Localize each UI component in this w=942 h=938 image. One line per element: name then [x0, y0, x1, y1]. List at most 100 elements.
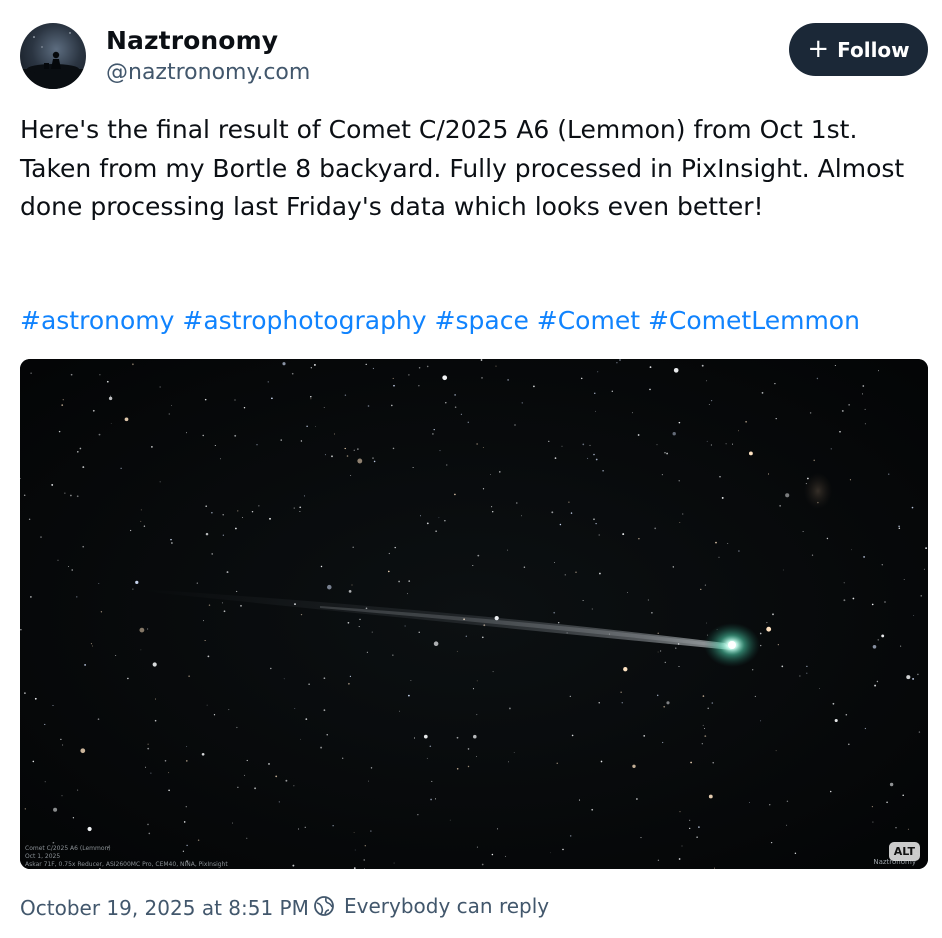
avatar[interactable]: [20, 23, 86, 89]
star: [269, 517, 271, 520]
star: [300, 738, 301, 740]
star: [334, 433, 335, 435]
star: [365, 363, 367, 366]
star: [774, 382, 776, 385]
comet-photo[interactable]: Comet C/2025 A6 (Lemmon) Oct 1, 2025 Ask…: [20, 359, 928, 869]
star: [132, 588, 134, 590]
star: [672, 566, 674, 568]
star: [28, 518, 31, 521]
star: [72, 817, 75, 819]
hashtag-link[interactable]: #astrophotography: [182, 306, 426, 335]
star: [394, 546, 396, 549]
hashtag-link[interactable]: #space: [435, 306, 529, 335]
star: [346, 455, 349, 457]
star: [886, 801, 888, 804]
star: [148, 832, 151, 835]
star: [143, 525, 146, 527]
star: [476, 680, 478, 682]
star: [649, 366, 652, 368]
star: [682, 513, 684, 515]
star: [20, 629, 22, 631]
star: [611, 390, 613, 392]
star: [207, 655, 210, 658]
star: [300, 613, 303, 616]
star: [906, 675, 911, 680]
star: [656, 444, 658, 446]
star: [703, 727, 706, 730]
star: [834, 718, 838, 723]
star: [185, 806, 187, 808]
star: [681, 845, 683, 847]
star: [52, 705, 54, 707]
star: [127, 677, 129, 680]
post-timestamp[interactable]: October 19, 2025 at 8:51 PM: [20, 896, 309, 920]
star: [700, 588, 702, 591]
star: [490, 474, 491, 475]
star: [139, 627, 145, 633]
star: [426, 757, 428, 759]
alt-text-badge[interactable]: ALT: [888, 842, 920, 861]
star: [398, 580, 400, 583]
star: [353, 832, 355, 833]
star: [196, 582, 198, 584]
star: [781, 665, 784, 668]
star: [480, 359, 483, 361]
star: [34, 697, 37, 700]
star: [70, 373, 73, 376]
star: [201, 752, 205, 756]
star: [228, 709, 230, 711]
star: [698, 826, 700, 828]
caption-line: Comet C/2025 A6 (Lemmon): [25, 845, 111, 852]
follow-button[interactable]: + Follow: [789, 23, 928, 76]
star: [417, 814, 419, 816]
star: [568, 501, 570, 503]
star: [911, 506, 914, 509]
star: [283, 678, 285, 680]
star: [768, 473, 769, 475]
star: [472, 564, 474, 567]
star: [689, 827, 691, 830]
star: [710, 399, 713, 402]
star: [423, 734, 428, 739]
author-display-name[interactable]: Naztronomy: [106, 26, 278, 55]
star: [661, 474, 663, 476]
star: [467, 765, 470, 768]
hashtag-link[interactable]: #Comet: [537, 306, 640, 335]
hashtag-link[interactable]: #CometLemmon: [648, 306, 860, 335]
star: [580, 377, 583, 380]
star: [430, 798, 432, 801]
star: [202, 434, 204, 437]
star: [861, 393, 863, 395]
star: [456, 736, 459, 739]
star: [491, 510, 494, 513]
star: [600, 760, 603, 763]
star: [84, 663, 87, 666]
star: [826, 537, 829, 540]
star: [514, 424, 516, 426]
star: [348, 590, 352, 593]
star: [205, 532, 209, 536]
star: [476, 714, 478, 716]
star: [350, 474, 352, 477]
star: [291, 372, 294, 375]
star: [300, 440, 303, 442]
star: [236, 590, 238, 592]
star: [595, 410, 596, 412]
star: [616, 362, 618, 364]
star: [454, 394, 456, 396]
star: [408, 694, 410, 697]
star: [704, 584, 706, 586]
star: [476, 846, 478, 848]
star: [477, 554, 480, 557]
star: [240, 604, 242, 607]
reply-setting[interactable]: Everybody can reply: [313, 894, 549, 918]
star: [236, 726, 238, 729]
author-handle[interactable]: @naztronomy.com: [106, 60, 310, 85]
star: [482, 488, 485, 490]
star: [351, 584, 353, 586]
hashtag-link[interactable]: #astronomy: [20, 306, 174, 335]
star: [876, 680, 879, 683]
star: [508, 707, 511, 710]
star: [140, 509, 142, 511]
star: [371, 631, 373, 633]
